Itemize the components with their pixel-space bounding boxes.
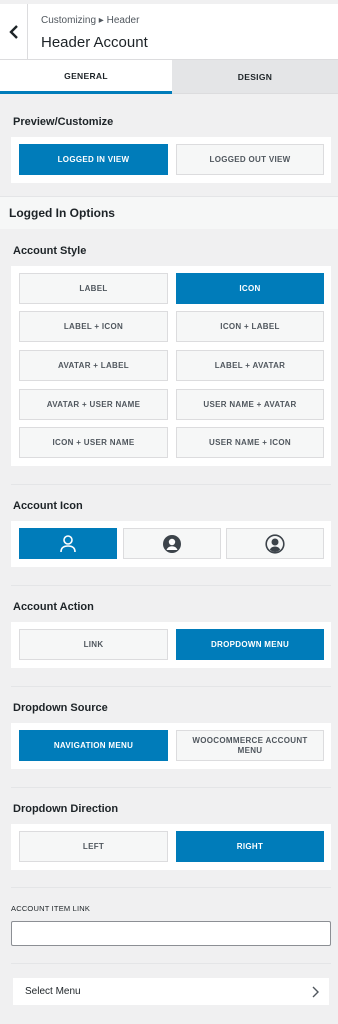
logged-in-options-header: Logged In Options — [0, 196, 338, 229]
style-username-icon-button[interactable]: USER NAME + ICON — [176, 427, 324, 458]
style-avatar-username-button[interactable]: AVATAR + USER NAME — [19, 389, 168, 420]
preview-customize-title: Preview/Customize — [13, 116, 114, 128]
user-circle-filled-icon — [163, 534, 181, 553]
style-icon-username-button[interactable]: ICON + USER NAME — [19, 427, 168, 458]
account-icon-option-1[interactable] — [19, 528, 117, 559]
account-icon-option-2[interactable] — [123, 528, 221, 559]
dropdown-direction-panel: LEFT RIGHT — [11, 824, 331, 870]
account-style-title: Account Style — [13, 245, 87, 257]
tab-bar: GENERAL DESIGN — [0, 60, 338, 94]
style-label-button[interactable]: LABEL — [19, 273, 168, 304]
select-menu-button[interactable]: Select Menu — [13, 978, 329, 1005]
style-icon-button[interactable]: ICON — [176, 273, 324, 304]
tab-general[interactable]: GENERAL — [0, 60, 172, 94]
account-action-panel: LINK DROPDOWN MENU — [11, 622, 331, 668]
account-icon-option-3[interactable] — [226, 528, 324, 559]
direction-right-button[interactable]: RIGHT — [176, 831, 324, 862]
divider — [11, 887, 331, 888]
user-outline-icon — [60, 534, 76, 552]
logged-in-view-button[interactable]: LOGGED IN VIEW — [19, 144, 168, 175]
logged-in-options-title: Logged In Options — [9, 206, 115, 220]
source-woocommerce-account-menu-button[interactable]: WOOCOMMERCE ACCOUNT MENU — [176, 730, 324, 761]
divider — [11, 686, 331, 687]
breadcrumb: Customizing ▸ Header — [41, 15, 140, 26]
divider — [11, 787, 331, 788]
tab-design[interactable]: DESIGN — [172, 60, 338, 94]
divider — [11, 963, 331, 964]
chevron-right-icon — [312, 986, 319, 997]
dropdown-direction-title: Dropdown Direction — [13, 803, 119, 815]
chevron-left-icon — [8, 25, 18, 39]
source-navigation-menu-button[interactable]: NAVIGATION MENU — [19, 730, 168, 761]
style-icon-label-button[interactable]: ICON + LABEL — [176, 311, 324, 342]
style-label-icon-button[interactable]: LABEL + ICON — [19, 311, 168, 342]
action-dropdown-menu-button[interactable]: DROPDOWN MENU — [176, 629, 324, 660]
customizer-header: Customizing ▸ Header Header Account — [0, 4, 338, 60]
direction-left-button[interactable]: LEFT — [19, 831, 168, 862]
style-label-avatar-button[interactable]: LABEL + AVATAR — [176, 350, 324, 381]
select-menu-label: Select Menu — [25, 986, 81, 997]
account-style-panel: LABEL ICON LABEL + ICON ICON + LABEL AVA… — [11, 266, 331, 466]
user-circle-outline-icon — [265, 533, 285, 554]
dropdown-source-title: Dropdown Source — [13, 702, 108, 714]
account-icon-panel — [11, 521, 331, 567]
account-icon-title: Account Icon — [13, 500, 83, 512]
divider — [11, 585, 331, 586]
logged-out-view-button[interactable]: LOGGED OUT VIEW — [176, 144, 324, 175]
dropdown-source-panel: NAVIGATION MENU WOOCOMMERCE ACCOUNT MENU — [11, 723, 331, 769]
divider — [11, 484, 331, 485]
page-title: Header Account — [41, 34, 148, 51]
account-action-title: Account Action — [13, 601, 94, 613]
preview-customize-panel: LOGGED IN VIEW LOGGED OUT VIEW — [11, 137, 331, 183]
account-item-link-input[interactable] — [11, 921, 331, 946]
account-item-link-label: ACCOUNT ITEM LINK — [11, 904, 91, 913]
style-avatar-label-button[interactable]: AVATAR + LABEL — [19, 350, 168, 381]
back-button[interactable] — [0, 4, 28, 60]
style-username-avatar-button[interactable]: USER NAME + AVATAR — [176, 389, 324, 420]
action-link-button[interactable]: LINK — [19, 629, 168, 660]
